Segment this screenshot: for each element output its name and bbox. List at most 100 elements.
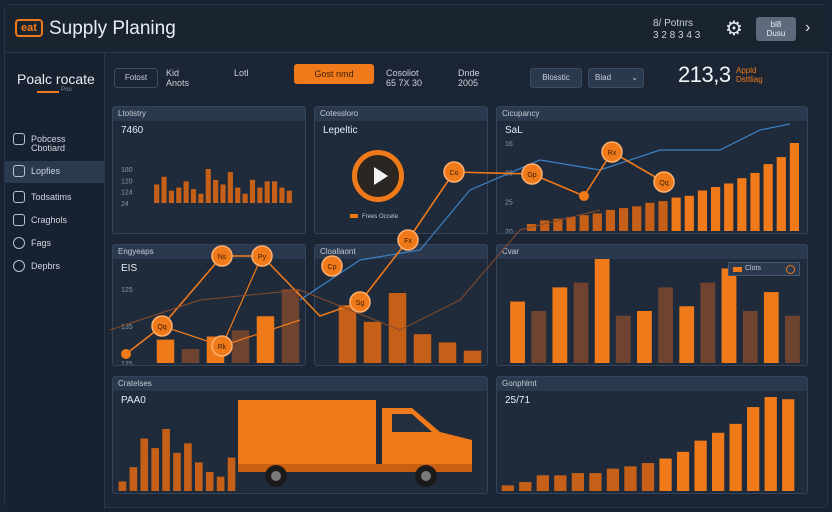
chart-bar (242, 193, 248, 203)
chart-bar (554, 475, 567, 491)
y-tick-label: 16 (505, 141, 513, 148)
chart-bar (540, 220, 550, 231)
chevron-down-icon: ⌄ (631, 73, 638, 82)
sidebar-item-depbrs[interactable]: Depbrs (5, 256, 105, 278)
bar-chart: 125 135 125 (121, 287, 300, 365)
sidebar-title: Poalc rocate (17, 71, 95, 87)
chart-bar (679, 306, 695, 363)
chart-bar (573, 282, 589, 363)
chart-bar (764, 397, 777, 491)
chart-bar (763, 292, 779, 363)
chart-bar (286, 190, 292, 203)
sidebar-item-label: Lopfies (31, 166, 61, 176)
bar-chart (501, 397, 795, 491)
chart-bar (747, 407, 760, 491)
chart-bar (151, 448, 159, 491)
chart-bar (697, 190, 708, 231)
legend-dot-icon (786, 265, 795, 274)
chart-bar (700, 282, 716, 363)
chart-bar (181, 348, 200, 363)
legend: Clots (728, 262, 800, 276)
chart-bar (737, 178, 747, 231)
chart-bar (659, 458, 672, 491)
chart-bar (729, 423, 742, 491)
toolbar-lotl: Lotl (234, 68, 249, 78)
chart-bar (176, 187, 182, 203)
chart-bar (742, 311, 758, 363)
chart-bar (216, 476, 225, 491)
chart-bar (118, 481, 127, 491)
app-logo: eat (15, 19, 43, 37)
user-line-2: 3 2 8 3 4 3 (653, 30, 701, 41)
chart-bar (162, 429, 170, 491)
toolbar-cosoliot: Cosoliot 65 7X 30 (386, 68, 422, 88)
chart-bar (750, 172, 760, 231)
biad-dropdown-value: Biad (595, 73, 612, 82)
chart-bar (256, 316, 275, 363)
chart-bar (501, 485, 514, 491)
sidebar-item-label-line2: Cbotiard (31, 143, 66, 153)
account-button-line2: Dusu (766, 29, 786, 38)
panel-gonphlmt[interactable]: Gonphlmt 25/71 (496, 376, 808, 494)
chart-bar (195, 462, 203, 491)
clock-icon (13, 237, 25, 249)
user-line-1: 8/ Potnrs (653, 18, 694, 29)
chart-bar (154, 184, 160, 203)
chart-bar (684, 195, 694, 231)
chart-bar (183, 181, 189, 203)
chart-bar (338, 305, 357, 363)
toolbar-cosoliot-line1: Cosoliot (386, 68, 419, 78)
chart-bar (658, 287, 673, 363)
filter-button[interactable]: Fotost (114, 68, 158, 88)
chevron-right-icon[interactable]: › (805, 19, 810, 37)
panel-header: Cotessloro (315, 107, 487, 121)
chart-bar (632, 206, 642, 231)
gear-icon[interactable]: ⚙ (725, 19, 745, 39)
user-info[interactable]: 8/ Potnrs 3 2 8 3 4 3 (653, 18, 700, 42)
legend-label: Clots (745, 265, 761, 272)
panel-cloaliaont[interactable]: Cloaliaont (314, 244, 488, 366)
bar-chart: 16 30 25 20 (505, 141, 800, 233)
biad-dropdown[interactable]: Biad ⌄ (588, 68, 644, 88)
chart-bar (206, 336, 225, 363)
sidebar-item-fags[interactable]: Fags (5, 233, 105, 255)
chart-bar (168, 190, 174, 203)
chart-bar (173, 452, 181, 491)
panel-ltotistry[interactable]: Ltotistry 7460 180 120 124 24 (112, 106, 306, 234)
chart-bar (519, 482, 532, 491)
kpi-value: 213,3 (678, 62, 731, 87)
chart-bar (789, 143, 800, 231)
sidebar-item-todsatims[interactable]: Todsatims (5, 187, 105, 209)
chart-bar (552, 287, 568, 363)
play-button[interactable] (352, 150, 404, 202)
chart-bar (592, 213, 602, 231)
panel-engyeaps[interactable]: Engyeaps EIS 125 135 125 (112, 244, 306, 366)
chart-bar (553, 218, 563, 231)
blosstic-dropdown[interactable]: Blosstic (530, 68, 582, 88)
account-button-line1: bl8 (770, 20, 782, 29)
chart-bar (161, 176, 167, 203)
primary-action-button[interactable]: Gost nmd (294, 64, 374, 84)
chart-bar (637, 311, 652, 363)
sidebar-item-label: Craghols (31, 215, 68, 225)
panel-cicupancy[interactable]: Cicupancy SaL 16 30 25 20 (496, 106, 808, 234)
box-icon (13, 133, 25, 145)
toolbar-kid: Kid Anots (166, 68, 189, 88)
chart-bar (510, 301, 525, 363)
chart-bar (205, 471, 214, 491)
chart-bar (536, 475, 549, 491)
globe-icon (13, 260, 25, 272)
chart-bar (249, 179, 256, 203)
chart-bar (763, 164, 773, 231)
y-tick-label: 135 (121, 324, 133, 331)
toolbar-kid-line1: Kid (166, 68, 180, 78)
sidebar-item-pobcess[interactable]: Pobcess Cbotiard (5, 129, 105, 157)
toolbar-dnde-line1: Dnde (458, 68, 480, 78)
sidebar-item-craghols[interactable]: Craghols (5, 210, 105, 232)
chart-bar (566, 216, 576, 231)
chart-bar (615, 315, 631, 363)
chart-bar (227, 457, 236, 491)
sidebar-item-lopfies[interactable]: Lopfies (5, 161, 105, 183)
sidebar-subtitle: Poo (61, 87, 72, 93)
account-button[interactable]: bl8 Dusu (756, 17, 796, 41)
